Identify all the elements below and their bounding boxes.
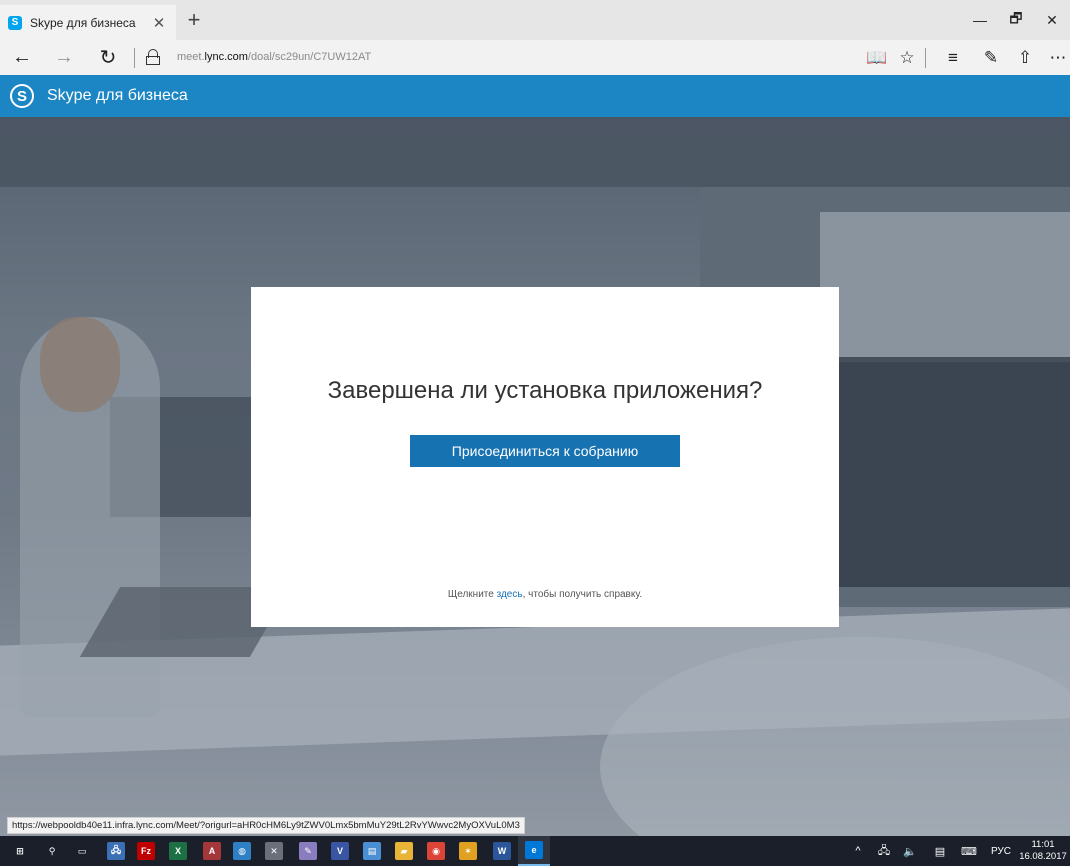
search-icon: ⚲	[43, 842, 61, 860]
shelf-shape	[830, 357, 1070, 587]
maximize-button[interactable]: 🗗	[998, 0, 1034, 40]
join-meeting-button[interactable]: Присоединиться к собранию	[410, 435, 680, 467]
taskbar-app-window-button[interactable]: ▤	[356, 836, 388, 866]
share-icon[interactable]: ⇧	[1010, 40, 1040, 75]
skype-header: S Skype для бизнеса	[0, 75, 1070, 117]
lock-icon[interactable]	[146, 49, 160, 65]
reading-view-icon[interactable]: 📖	[862, 40, 892, 75]
refresh-button[interactable]: ↻	[92, 40, 124, 75]
browser-tab[interactable]: S Skype для бизнеса ✕	[0, 5, 176, 40]
language-indicator[interactable]: РУС	[986, 836, 1016, 866]
network-app-icon: 🖧	[107, 842, 125, 860]
skype-logo-icon: S	[10, 84, 34, 108]
taskbar-chrome-button[interactable]: ◉	[420, 836, 452, 866]
app-window-icon: ▤	[363, 842, 381, 860]
app-blue-icon: ◍	[233, 842, 251, 860]
favorite-star-icon[interactable]: ☆	[892, 40, 922, 75]
minimize-button[interactable]: —	[962, 0, 998, 40]
taskbar-network-app-button[interactable]: 🖧	[100, 836, 132, 866]
taskbar-app-star-button[interactable]: ✶	[452, 836, 484, 866]
nav-divider	[134, 48, 135, 68]
help-link[interactable]: здесь	[497, 589, 523, 600]
taskbar-excel-button[interactable]: X	[162, 836, 194, 866]
forward-button[interactable]: →	[48, 40, 80, 75]
person-head-shape	[40, 317, 120, 412]
web-note-icon[interactable]: ✎	[976, 40, 1006, 75]
skype-favicon-icon: S	[8, 15, 22, 30]
more-icon[interactable]: ⋯	[1043, 40, 1070, 75]
clock-time: 11:01	[1031, 839, 1055, 850]
clock-date: 16.08.2017	[1019, 851, 1067, 862]
help-text: Щелкните здесь, чтобы получить справку.	[251, 589, 839, 600]
tools-divider	[925, 48, 926, 68]
browser-tab-strip: S Skype для бизнеса ✕ + — 🗗 ✕	[0, 0, 1070, 40]
new-tab-button[interactable]: +	[180, 6, 208, 34]
url-path: /doal/sc29un/C7UW12AT	[247, 51, 372, 63]
browser-nav-bar: ← → ↻ meet.lync.com/doal/sc29un/C7UW12AT…	[0, 40, 1070, 75]
taskbar-app-paint-button[interactable]: ✎	[292, 836, 324, 866]
notifications-icon[interactable]: ▤	[928, 836, 952, 866]
window-shape	[820, 212, 1070, 362]
app-star-icon: ✶	[459, 842, 477, 860]
taskbar-tools-button[interactable]: ✕	[258, 836, 290, 866]
close-window-button[interactable]: ✕	[1034, 0, 1070, 40]
tools-icon: ✕	[265, 842, 283, 860]
taskbar-start-button[interactable]: ⊞	[4, 836, 36, 866]
windows-taskbar: ⊞ ⚲ ▭ 🖧 Fz X A ◍ ✕ ✎ V ▤ ▰ ◉ ✶ We ^ 🖧 🔈 ▤ ⌨ РУС 11:01 1…	[0, 836, 1070, 866]
address-bar[interactable]: meet.lync.com/doal/sc29un/C7UW12AT	[177, 40, 371, 75]
edge-icon: e	[525, 841, 543, 859]
help-suffix: , чтобы получить справку.	[522, 589, 643, 600]
network-icon[interactable]: 🖧	[872, 836, 896, 866]
word-icon: W	[493, 842, 511, 860]
taskbar-edge-button[interactable]: e	[518, 836, 550, 866]
tab-close-icon[interactable]: ✕	[150, 14, 168, 32]
ceiling-shape	[0, 117, 1070, 187]
filezilla-icon: Fz	[137, 842, 155, 860]
app-paint-icon: ✎	[299, 842, 317, 860]
clock[interactable]: 11:01 16.08.2017	[1018, 839, 1068, 863]
taskbar-access-button[interactable]: A	[196, 836, 228, 866]
dialog-title: Завершена ли установка приложения?	[327, 377, 763, 404]
file-explorer-icon: ▰	[395, 842, 413, 860]
back-button[interactable]: ←	[6, 40, 38, 75]
volume-icon[interactable]: 🔈	[898, 836, 922, 866]
status-bar-url: https://webpooldb40e11.infra.lync.com/Me…	[7, 817, 525, 834]
chrome-icon: ◉	[427, 842, 445, 860]
start-icon: ⊞	[11, 842, 29, 860]
excel-icon: X	[169, 842, 187, 860]
tray-chevron-icon[interactable]: ^	[848, 836, 868, 866]
taskbar-search-button[interactable]: ⚲	[36, 836, 68, 866]
taskbar-file-explorer-button[interactable]: ▰	[388, 836, 420, 866]
keyboard-icon[interactable]: ⌨	[956, 836, 982, 866]
taskbar-visio-button[interactable]: V	[324, 836, 356, 866]
taskbar-task-view-button[interactable]: ▭	[66, 836, 98, 866]
app-title: Skype для бизнеса	[47, 87, 188, 104]
window-controls: — 🗗 ✕	[962, 0, 1070, 40]
taskbar-app-blue-button[interactable]: ◍	[226, 836, 258, 866]
url-domain: lync.com	[204, 51, 248, 63]
help-prefix: Щелкните	[447, 589, 497, 600]
hub-icon[interactable]: ≡	[938, 40, 968, 75]
task-view-icon: ▭	[73, 842, 91, 860]
taskbar-word-button[interactable]: W	[486, 836, 518, 866]
tab-title: Skype для бизнеса	[30, 15, 136, 30]
url-prefix: meet.	[177, 51, 205, 63]
visio-icon: V	[331, 842, 349, 860]
access-icon: A	[203, 842, 221, 860]
install-dialog: Завершена ли установка приложения? Присо…	[251, 287, 839, 627]
taskbar-filezilla-button[interactable]: Fz	[130, 836, 162, 866]
